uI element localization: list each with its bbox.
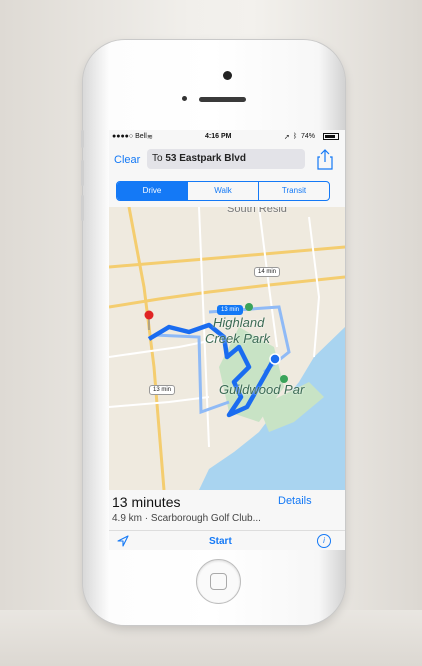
route-time-bubble-selected[interactable]: 13 min xyxy=(217,305,244,315)
map-area-label: South Resid xyxy=(227,207,287,215)
map-park-label-1: Highland xyxy=(213,315,265,330)
route-time-bubble[interactable]: 13 min xyxy=(149,385,176,395)
home-button[interactable] xyxy=(196,559,241,604)
battery-icon xyxy=(323,133,339,140)
details-button[interactable]: Details xyxy=(278,495,312,507)
clear-button[interactable]: Clear xyxy=(114,154,140,166)
phone-screen: ●●●●○ Bell ≋ 4:16 PM ➚ ᛒ 74% Clear To 53… xyxy=(109,130,345,550)
map-view[interactable]: South Resid Highland Creek Park Guildwoo… xyxy=(109,207,345,490)
status-bar: ●●●●○ Bell ≋ 4:16 PM ➚ ᛒ 74% xyxy=(109,130,345,144)
location-arrow-icon[interactable] xyxy=(117,535,129,547)
earpiece-speaker xyxy=(199,97,246,102)
map-graphic xyxy=(109,207,345,490)
carrier-label: ●●●●○ Bell xyxy=(112,133,147,140)
wifi-icon: ≋ xyxy=(147,134,153,141)
mode-drive[interactable]: Drive xyxy=(117,182,187,200)
transport-mode-control: Drive Walk Transit xyxy=(116,181,330,201)
route-duration: 13 minutes xyxy=(112,494,181,510)
destination-prefix: To xyxy=(152,153,166,164)
street-5 xyxy=(308,216,321,358)
battery-percent: 74% xyxy=(301,133,316,140)
park-marker[interactable] xyxy=(245,303,253,311)
start-button[interactable]: Start xyxy=(209,536,232,547)
street-3 xyxy=(109,396,210,408)
route-summary: 4.9 km · Scarborough Golf Club... xyxy=(112,513,261,524)
volume-up-button xyxy=(81,160,84,186)
destination-field[interactable]: To 53 Eastpark Blvd xyxy=(147,149,305,169)
clock: 4:16 PM xyxy=(205,133,232,140)
volume-down-button xyxy=(81,195,84,221)
mode-walk[interactable]: Walk xyxy=(187,182,258,200)
front-camera xyxy=(223,71,232,80)
bluetooth-icon: ᛒ xyxy=(293,133,298,140)
map-park-label-2: Creek Park xyxy=(205,331,271,346)
map-park-label-3: Guildwood Par xyxy=(219,382,305,397)
directions-navbar: Clear To 53 Eastpark Blvd xyxy=(109,144,345,178)
info-icon[interactable]: i xyxy=(317,534,331,548)
mute-switch xyxy=(81,130,84,148)
route-time-bubble[interactable]: 14 min xyxy=(254,267,281,277)
route-card: 13 minutes Details 4.9 km · Scarborough … xyxy=(109,490,345,550)
major-road-3 xyxy=(127,207,166,490)
home-square-icon xyxy=(210,573,227,590)
alt-route-2 xyxy=(153,333,230,415)
location-status-icon: ➚ xyxy=(284,134,290,141)
destination-pin[interactable] xyxy=(144,310,154,320)
destination-address: 53 Eastpark Blvd xyxy=(165,153,246,164)
bottom-toolbar: Start i xyxy=(109,530,345,550)
current-location-dot xyxy=(269,353,281,365)
mode-transit[interactable]: Transit xyxy=(258,182,329,200)
share-icon[interactable] xyxy=(316,148,334,170)
proximity-sensor xyxy=(182,96,187,101)
major-road-1 xyxy=(109,245,345,269)
